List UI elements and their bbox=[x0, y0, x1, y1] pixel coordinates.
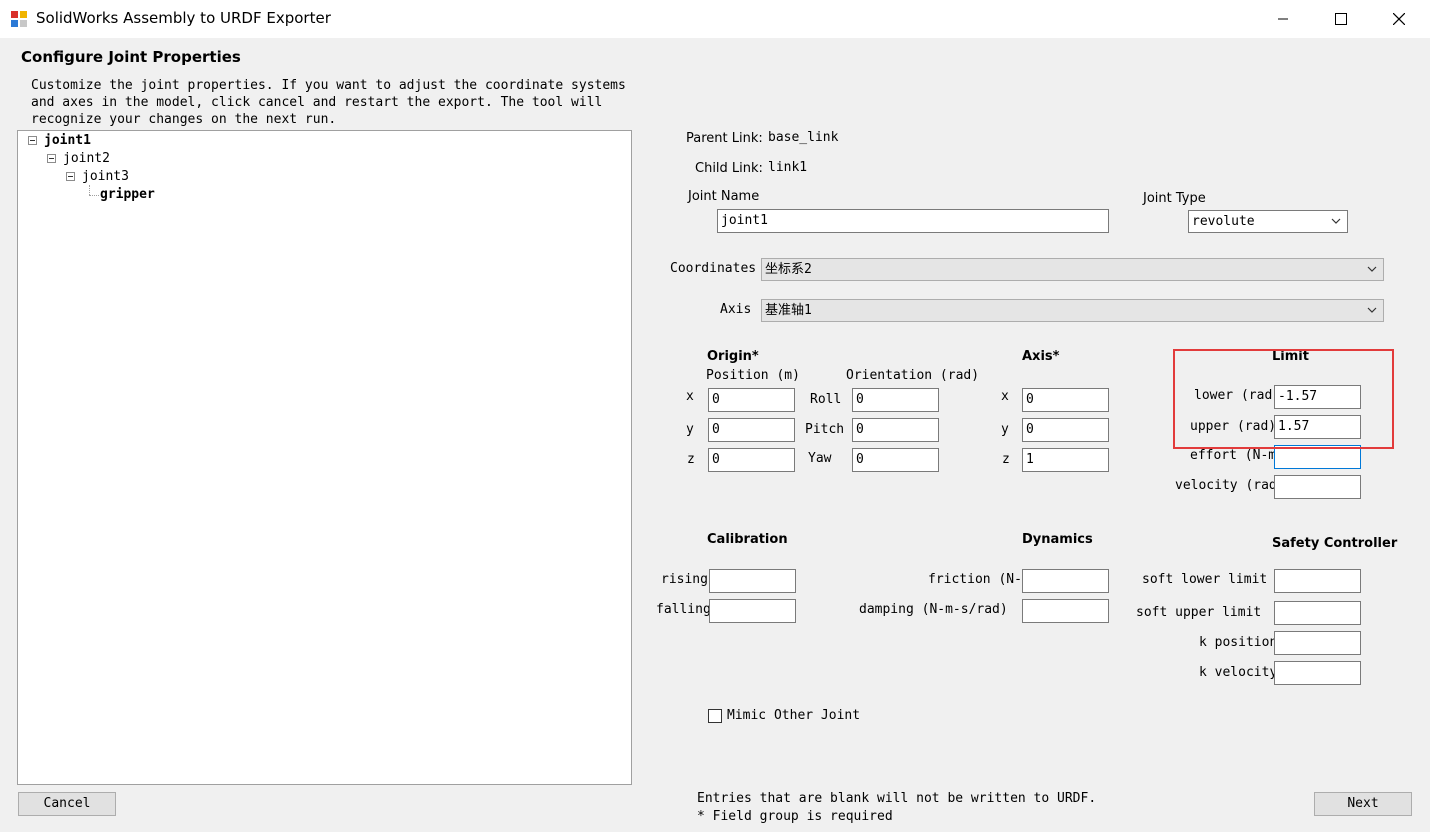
k-position-label: k position bbox=[1199, 635, 1278, 650]
title-bar: SolidWorks Assembly to URDF Exporter bbox=[0, 0, 1430, 38]
origin-z-input[interactable]: 0 bbox=[708, 448, 795, 472]
next-button[interactable]: Next bbox=[1314, 792, 1412, 816]
parent-link-value: base_link bbox=[768, 130, 839, 145]
mimic-checkbox[interactable] bbox=[708, 709, 722, 723]
axis-y-input[interactable]: 0 bbox=[1022, 418, 1109, 442]
orientation-label: Orientation (rad) bbox=[846, 368, 980, 383]
chevron-down-icon bbox=[1367, 307, 1377, 313]
highlight-box bbox=[1173, 349, 1394, 449]
position-label: Position (m) bbox=[706, 368, 800, 383]
maximize-button[interactable] bbox=[1312, 0, 1370, 38]
coordinates-select[interactable]: 坐标系2 bbox=[761, 258, 1384, 281]
cancel-button[interactable]: Cancel bbox=[18, 792, 116, 816]
minimize-icon bbox=[1278, 18, 1288, 20]
calibration-rising-label: rising bbox=[661, 572, 708, 587]
coordinates-label: Coordinates bbox=[670, 261, 757, 276]
axis-z-input[interactable]: 1 bbox=[1022, 448, 1109, 472]
parent-link-label: Parent Link: bbox=[686, 131, 763, 146]
origin-y-label: y bbox=[686, 422, 694, 437]
axis-group-title: Axis* bbox=[1022, 349, 1060, 364]
k-velocity-label: k velocity bbox=[1199, 665, 1278, 680]
close-button[interactable] bbox=[1370, 0, 1428, 38]
friction-input[interactable] bbox=[1022, 569, 1109, 593]
child-link-value: link1 bbox=[768, 160, 808, 175]
soft-lower-label: soft lower limit bbox=[1142, 572, 1268, 587]
soft-upper-label: soft upper limit bbox=[1136, 605, 1262, 620]
axis-select[interactable]: 基准轴1 bbox=[761, 299, 1384, 322]
axis-x-input[interactable]: 0 bbox=[1022, 388, 1109, 412]
close-icon bbox=[1393, 13, 1405, 25]
calibration-rising-input[interactable] bbox=[709, 569, 796, 593]
joint-name-input[interactable]: joint1 bbox=[717, 209, 1109, 233]
joint-type-label: Joint Type bbox=[1143, 191, 1206, 206]
yaw-label: Yaw bbox=[808, 451, 832, 466]
yaw-input[interactable]: 0 bbox=[852, 448, 939, 472]
origin-z-label: z bbox=[687, 452, 695, 467]
roll-input[interactable]: 0 bbox=[852, 388, 939, 412]
chevron-down-icon bbox=[1367, 266, 1377, 272]
soft-lower-input[interactable] bbox=[1274, 569, 1361, 593]
limit-effort-label: effort (N-m bbox=[1190, 448, 1277, 463]
axis-label: Axis bbox=[720, 302, 752, 317]
damping-label: damping (N-m-s/rad) bbox=[859, 602, 1008, 617]
calibration-group-title: Calibration bbox=[707, 532, 788, 547]
child-link-label: Child Link: bbox=[695, 161, 763, 176]
limit-velocity-input[interactable] bbox=[1274, 475, 1361, 499]
k-velocity-input[interactable] bbox=[1274, 661, 1361, 685]
required-note: * Field group is required bbox=[697, 809, 893, 824]
origin-group-title: Origin* bbox=[707, 349, 759, 364]
origin-y-input[interactable]: 0 bbox=[708, 418, 795, 442]
joint-name-label: Joint Name bbox=[688, 189, 760, 204]
mimic-label: Mimic Other Joint bbox=[727, 708, 861, 723]
chevron-down-icon bbox=[1331, 218, 1341, 224]
pitch-input[interactable]: 0 bbox=[852, 418, 939, 442]
axis-z-label: z bbox=[1002, 452, 1010, 467]
collapse-icon[interactable] bbox=[47, 154, 56, 163]
damping-input[interactable] bbox=[1022, 599, 1109, 623]
joint-tree[interactable]: joint1 joint2 joint3 gripper bbox=[17, 130, 632, 785]
collapse-icon[interactable] bbox=[66, 172, 75, 181]
tree-node-gripper[interactable]: gripper bbox=[100, 186, 155, 204]
axis-y-label: y bbox=[1001, 422, 1009, 437]
safety-group-title: Safety Controller bbox=[1272, 536, 1398, 551]
friction-label: friction (N- bbox=[928, 572, 1022, 587]
calibration-falling-label: falling bbox=[656, 602, 711, 617]
page-heading: Configure Joint Properties bbox=[21, 48, 241, 66]
limit-velocity-label: velocity (rad bbox=[1175, 478, 1277, 493]
origin-x-input[interactable]: 0 bbox=[708, 388, 795, 412]
page-description: Customize the joint properties. If you w… bbox=[31, 78, 626, 127]
axis-x-label: x bbox=[1001, 389, 1009, 404]
blank-entries-note: Entries that are blank will not be writt… bbox=[697, 791, 1097, 806]
pitch-label: Pitch bbox=[805, 422, 845, 437]
dynamics-group-title: Dynamics bbox=[1022, 532, 1093, 547]
minimize-button[interactable] bbox=[1254, 0, 1312, 38]
origin-x-label: x bbox=[686, 389, 694, 404]
window-title: SolidWorks Assembly to URDF Exporter bbox=[36, 9, 331, 27]
maximize-icon bbox=[1335, 13, 1347, 25]
calibration-falling-input[interactable] bbox=[709, 599, 796, 623]
collapse-icon[interactable] bbox=[28, 136, 37, 145]
joint-type-select[interactable]: revolute bbox=[1188, 210, 1348, 233]
soft-upper-input[interactable] bbox=[1274, 601, 1361, 625]
roll-label: Roll bbox=[810, 392, 842, 407]
k-position-input[interactable] bbox=[1274, 631, 1361, 655]
app-icon bbox=[11, 11, 27, 27]
